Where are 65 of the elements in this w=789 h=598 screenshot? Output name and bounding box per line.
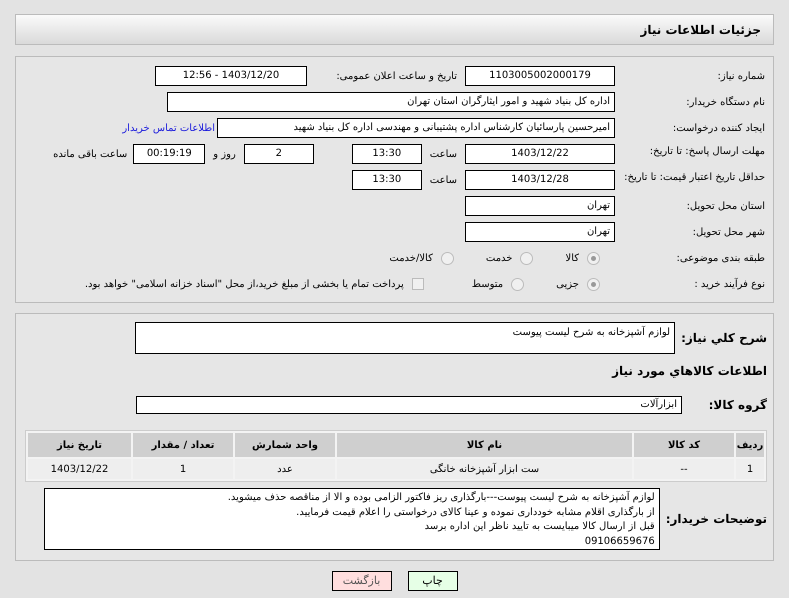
radio-button[interactable] bbox=[511, 278, 524, 290]
note-line: لوازم آشپزخانه به شرح لیست پیوست---بارگذاری ریز فاکتور الزامی بوده و الا از مناقصه حذف میشوید. bbox=[226, 491, 655, 505]
table-cell: ست ابزار آشپزخانه خانگی bbox=[337, 459, 632, 479]
note-line: از بارگذاری اقلام مشابه خودداری نموده و عینا کالای درخواستی را اعلام قیمت فرمایید. bbox=[295, 506, 655, 520]
input-field[interactable]: 1403/12/22 bbox=[465, 144, 615, 164]
field-label: توضیحات خریدار: bbox=[666, 511, 767, 528]
table-cell: عدد bbox=[235, 459, 335, 479]
radio-label: کالا bbox=[565, 252, 579, 266]
field-label: نوع فرآیند خرید : bbox=[693, 276, 765, 292]
table-cell: -- bbox=[634, 459, 734, 479]
input-field[interactable]: تهران bbox=[465, 196, 615, 216]
field-label: شرح کلي نياز: bbox=[681, 330, 767, 347]
column-header: تاریخ نیاز bbox=[28, 433, 131, 457]
print-button[interactable]: چاپ bbox=[408, 571, 458, 591]
note-line: 09106659676 bbox=[584, 534, 655, 548]
field-label: شماره نیاز: bbox=[716, 70, 765, 84]
field-label: مهلت ارسال پاسخ: تا تاریخ: bbox=[648, 145, 765, 159]
input-field[interactable]: تهران bbox=[465, 222, 615, 242]
page-title: جزئیات اطلاعات نیاز bbox=[640, 22, 761, 38]
column-header: ردیف bbox=[736, 433, 764, 457]
radio-label: جزیی bbox=[556, 278, 579, 292]
field-label: روز و bbox=[213, 148, 236, 162]
checkbox[interactable] bbox=[412, 278, 424, 290]
field-label: تاریخ و ساعت اعلان عمومی: bbox=[335, 70, 457, 84]
field-label: استان محل تحویل: bbox=[686, 200, 765, 214]
input-field[interactable]: اداره کل بنیاد شهید و امور ایثارگران استان تهران bbox=[167, 92, 615, 112]
section-title: اطلاعات کالاهاي مورد نياز bbox=[610, 363, 767, 380]
note-line: قبل از ارسال کالا میبایست به تایید ناظر این اداره برسد bbox=[424, 520, 655, 534]
column-header: واحد شمارش bbox=[235, 433, 335, 457]
input-field[interactable]: 13:30 bbox=[352, 170, 422, 190]
column-header: تعداد / مقدار bbox=[133, 433, 233, 457]
field-label: شهر محل تحویل: bbox=[692, 226, 765, 240]
table-cell: 1 bbox=[133, 459, 233, 479]
radio-button[interactable] bbox=[587, 278, 600, 290]
radio-label: کالا/خدمت bbox=[389, 252, 433, 266]
table-cell: 1 bbox=[736, 459, 764, 479]
input-field[interactable]: 1403/12/20 - 12:56 bbox=[155, 66, 307, 86]
input-field[interactable]: 2 bbox=[244, 144, 314, 164]
column-header: نام کالا bbox=[337, 433, 632, 457]
field-label: طبقه بندی موضوعی: bbox=[676, 252, 765, 266]
input-field[interactable]: 1103005002000179 bbox=[465, 66, 615, 86]
buyer-contact-link[interactable]: اطلاعات تماس خریدار bbox=[122, 120, 215, 136]
field-label: ایجاد کننده درخواست: bbox=[672, 122, 765, 136]
input-field[interactable]: 13:30 bbox=[352, 144, 422, 164]
input-field[interactable]: امیرحسین پارسائیان کارشناس اداره پشتیبانی و مهندسی اداره کل بنیاد شهید bbox=[217, 118, 615, 138]
field-label: حداقل تاریخ اعتبار قیمت: تا تاریخ: bbox=[623, 171, 765, 185]
back-button[interactable]: بازگشت bbox=[332, 571, 392, 591]
radio-label: متوسط bbox=[472, 278, 504, 292]
countdown-field[interactable]: 00:19:19 bbox=[133, 144, 206, 164]
field-label: نام دستگاه خریدار: bbox=[685, 95, 765, 110]
table-cell: 1403/12/22 bbox=[28, 459, 131, 479]
input-field[interactable]: ابزارآلات bbox=[136, 396, 682, 414]
checkbox-label: پرداخت تمام یا بخشی از مبلغ خرید،از محل "اسناد خزانه اسلامی" خواهد بود. bbox=[84, 278, 404, 292]
radio-button[interactable] bbox=[520, 252, 534, 264]
radio-button[interactable] bbox=[440, 252, 454, 264]
radio-button[interactable] bbox=[587, 252, 600, 264]
field-label: ساعت bbox=[430, 174, 457, 188]
radio-label: خدمت bbox=[486, 252, 512, 266]
field-label: ساعت باقی مانده bbox=[53, 148, 128, 162]
field-label: ساعت bbox=[430, 148, 457, 162]
field-label: گروه کالا: bbox=[708, 397, 767, 414]
notes-textarea[interactable] bbox=[44, 488, 660, 550]
description-textarea[interactable]: لوازم آشپزخانه به شرح لیست پیوست bbox=[135, 322, 676, 354]
input-field[interactable]: 1403/12/28 bbox=[465, 170, 615, 190]
column-header: کد کالا bbox=[634, 433, 734, 457]
